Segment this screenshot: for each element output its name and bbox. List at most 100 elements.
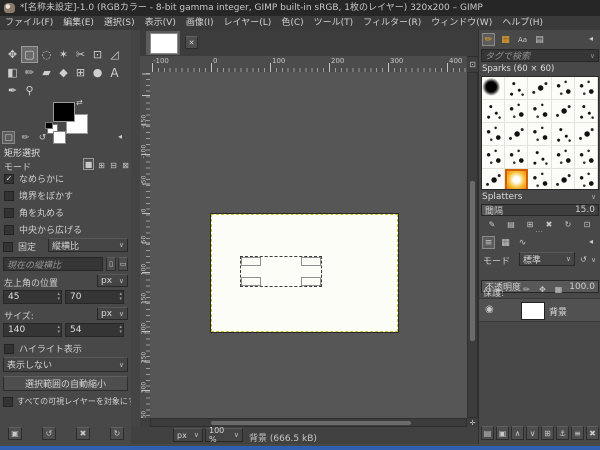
image-canvas[interactable]: [211, 214, 398, 332]
edit-brush-icon[interactable]: ✎: [485, 218, 499, 230]
gradient-tool-icon[interactable]: ◆: [55, 64, 72, 81]
text-tool-icon[interactable]: A: [106, 64, 123, 81]
navigation-icon[interactable]: ✛: [467, 418, 478, 427]
selection-handle-top-left[interactable]: [241, 257, 261, 266]
new-layer-group-icon[interactable]: ▣: [496, 426, 509, 440]
layers-tab-icon[interactable]: ≡: [482, 236, 495, 249]
vertical-scrollbar[interactable]: [467, 72, 478, 418]
layer-thumbnail[interactable]: [521, 302, 545, 320]
spinner-arrows-icon[interactable]: ▴ ▾: [57, 325, 60, 335]
raise-layer-icon[interactable]: ∧: [511, 426, 524, 440]
merge-layer-icon[interactable]: ≡: [571, 426, 584, 440]
brush-thumbnail[interactable]: [551, 123, 575, 146]
highlight-option[interactable]: ハイライト表示: [4, 342, 82, 355]
undo-history-tab-icon[interactable]: ↺: [36, 131, 49, 144]
menu-colors[interactable]: 色(C): [276, 16, 308, 30]
menu-select[interactable]: 選択(S): [99, 16, 140, 30]
rectangle-select-tool-icon[interactable]: ▢: [21, 46, 38, 63]
image-tab[interactable]: [146, 31, 180, 55]
smudge-tool-icon[interactable]: ●: [89, 64, 106, 81]
size-height-spinner[interactable]: 54 ▴ ▾: [65, 323, 124, 337]
spinner-arrows-icon[interactable]: ▴ ▾: [119, 292, 122, 302]
duplicate-layer-icon[interactable]: ⊞: [541, 426, 554, 440]
image-tab-thumbnail[interactable]: [150, 33, 178, 54]
guides-combo[interactable]: 表示しない ∨: [3, 357, 128, 372]
landscape-orientation-icon[interactable]: ▭: [118, 257, 128, 271]
mode-add-icon[interactable]: ⊞: [96, 159, 107, 171]
dock-menu-icon[interactable]: ◂: [589, 237, 593, 246]
menu-tools[interactable]: ツール(T): [309, 16, 359, 30]
position-y-spinner[interactable]: 70 ▴ ▾: [65, 290, 124, 304]
new-brush-icon[interactable]: ▤: [504, 218, 518, 230]
reset-mode-icon[interactable]: ↺: [578, 253, 589, 265]
free-select-tool-icon[interactable]: ◌: [38, 46, 55, 63]
selected-brush-thumbnail[interactable]: [505, 169, 529, 189]
brush-thumbnail[interactable]: [528, 100, 552, 123]
tool-options-tab-icon[interactable]: ▢: [2, 131, 15, 144]
new-layer-icon[interactable]: ▤: [481, 426, 494, 440]
brush-thumbnail[interactable]: [505, 146, 529, 169]
menu-layer[interactable]: レイヤー(L): [219, 16, 277, 30]
brush-spacing-slider[interactable]: 間隔 15.0: [481, 204, 599, 216]
lock-position-icon[interactable]: ✥: [537, 284, 548, 295]
fonts-tab-icon[interactable]: Aa: [516, 33, 529, 46]
mode-replace-icon[interactable]: ■: [83, 158, 94, 170]
unit-combo[interactable]: px ∨: [173, 428, 203, 442]
delete-layer-icon[interactable]: ✖: [586, 426, 599, 440]
document-history-tab-icon[interactable]: ▤: [533, 33, 546, 46]
spinner-arrows-icon[interactable]: ▴ ▾: [57, 292, 60, 302]
open-brush-as-image-icon[interactable]: ⊡: [580, 218, 594, 230]
auto-shrink-button[interactable]: 選択範囲の自動縮小: [3, 376, 128, 391]
position-x-spinner[interactable]: 45 ▴ ▾: [3, 290, 62, 304]
reset-tool-options-icon[interactable]: ↻: [110, 427, 124, 440]
swap-colors-icon[interactable]: ⇄: [76, 98, 83, 107]
title-bar[interactable]: *[名称未設定]-1.0 (RGBカラー - 8-bit gamma integ…: [0, 0, 600, 16]
brush-thumbnail[interactable]: [574, 146, 598, 169]
position-unit-combo[interactable]: px ∨: [97, 274, 128, 287]
selection-handle-top-right[interactable]: [301, 257, 321, 266]
menu-file[interactable]: ファイル(F): [0, 16, 58, 30]
restore-tool-preset-icon[interactable]: ↺: [42, 427, 56, 440]
selection-handle-bottom-left[interactable]: [241, 277, 261, 286]
menu-help[interactable]: ヘルプ(H): [497, 16, 548, 30]
sample-merged-checkbox[interactable]: [3, 396, 13, 407]
brush-thumbnail[interactable]: [482, 77, 506, 100]
ink-tool-icon[interactable]: ✒: [4, 82, 21, 99]
lock-alpha-icon[interactable]: ▦: [553, 284, 564, 295]
rounded-corners-option[interactable]: 角を丸める: [4, 206, 64, 219]
delete-tool-preset-icon[interactable]: ✖: [76, 427, 90, 440]
horizontal-scrollbar[interactable]: [150, 418, 467, 427]
pane-resize-handle[interactable]: ⋯: [529, 227, 549, 236]
brush-thumbnail[interactable]: [574, 123, 598, 146]
horizontal-ruler[interactable]: -100 0 100 200 300 400: [150, 56, 467, 73]
selection-handle-bottom-right[interactable]: [301, 277, 321, 286]
channels-tab-icon[interactable]: ▦: [499, 236, 512, 249]
menu-windows[interactable]: ウィンドウ(W): [426, 16, 497, 30]
chevron-down-icon[interactable]: ∨: [591, 193, 596, 201]
brush-thumbnail[interactable]: [528, 169, 552, 189]
patterns-tab-icon[interactable]: ▦: [499, 33, 512, 46]
dock-menu-icon[interactable]: ◂: [589, 34, 593, 43]
unified-transform-tool-icon[interactable]: ⊡: [89, 46, 106, 63]
brush-thumbnail[interactable]: [574, 77, 598, 100]
clone-tool-icon[interactable]: ⊞: [72, 64, 89, 81]
pencil-tool-icon[interactable]: ✏: [21, 64, 38, 81]
dock-splitter[interactable]: [131, 30, 140, 444]
mode-subtract-icon[interactable]: ⊟: [108, 159, 119, 171]
zoom-tool-icon[interactable]: ⚲: [21, 82, 38, 99]
zoom-follow-window-toggle-icon[interactable]: ⊡: [467, 57, 478, 72]
canvas-viewport[interactable]: [150, 72, 467, 418]
portrait-orientation-icon[interactable]: ▯: [106, 257, 116, 271]
size-unit-combo[interactable]: px ∨: [97, 307, 128, 320]
brushes-tab-icon[interactable]: ✏: [482, 33, 495, 46]
rounded-corners-checkbox[interactable]: [4, 207, 14, 218]
spinner-arrows-icon[interactable]: ▴ ▾: [119, 325, 122, 335]
brush-thumbnail[interactable]: [574, 169, 598, 189]
expand-from-center-checkbox[interactable]: [4, 224, 14, 235]
tag-filter-input[interactable]: タグで検索 ∨: [481, 49, 599, 62]
feather-checkbox[interactable]: [4, 190, 14, 201]
brush-thumbnail[interactable]: [482, 100, 506, 123]
selection-rectangle[interactable]: [240, 256, 322, 287]
mode-group-chevron-icon[interactable]: ∨: [591, 256, 596, 264]
zoom-combo[interactable]: 100 % ∨: [205, 426, 243, 444]
